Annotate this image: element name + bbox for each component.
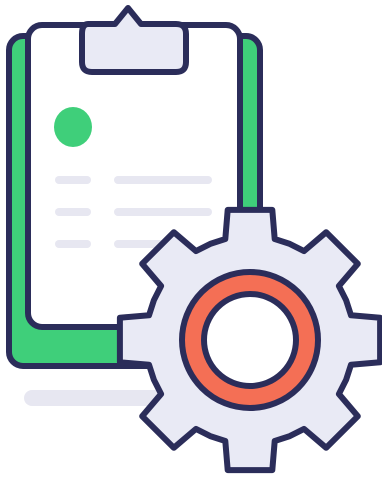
text-line-long bbox=[114, 176, 212, 184]
bullet-dot bbox=[54, 107, 92, 147]
text-line-long bbox=[114, 208, 212, 216]
gear-icon bbox=[116, 206, 382, 474]
clipboard-gear-illustration bbox=[6, 5, 382, 474]
text-line-short bbox=[55, 208, 91, 216]
text-line-short bbox=[55, 240, 91, 248]
clipboard-clip bbox=[79, 5, 189, 75]
text-line-short bbox=[55, 176, 91, 184]
gear-hole bbox=[201, 291, 299, 389]
